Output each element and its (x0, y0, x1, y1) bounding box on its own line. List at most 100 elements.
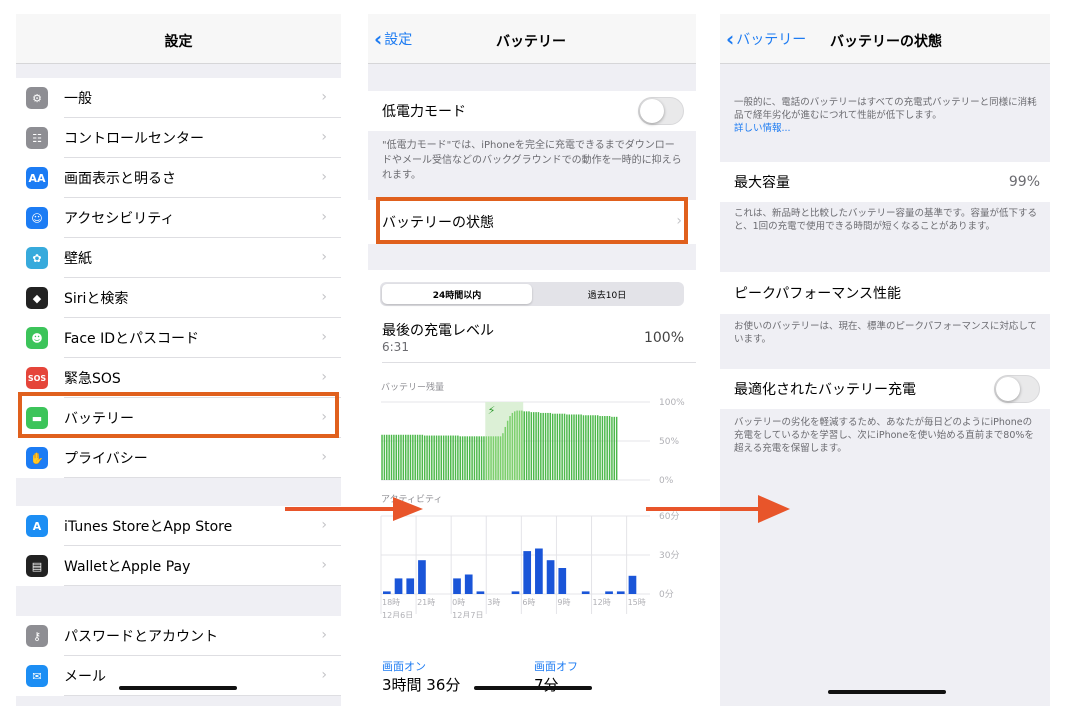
back-label: 設定 (384, 32, 413, 48)
level-bar (537, 412, 540, 480)
level-tick-label: 0% (659, 476, 674, 486)
activity-bar (535, 548, 543, 594)
level-bar (433, 435, 435, 480)
chevron-right-icon: › (321, 627, 327, 643)
level-bar (499, 436, 502, 480)
settings-row-accessibility[interactable]: ☺ アクセシビリティ › (16, 198, 341, 238)
chevron-right-icon: › (321, 329, 327, 345)
mail-icon: ✉ (26, 665, 48, 687)
level-bar (509, 416, 511, 480)
settings-row-label: Face IDとパスコード (64, 331, 200, 347)
activity-x-label: 18時 (382, 598, 400, 607)
home-indicator[interactable] (474, 686, 592, 690)
level-bar (549, 412, 552, 480)
settings-row-hand[interactable]: ✋ プライバシー › (16, 438, 341, 478)
learn-more-link[interactable]: 詳しい情報... (734, 123, 791, 134)
low-power-label: 低電力モード (382, 104, 466, 120)
level-bar (516, 410, 518, 480)
level-bar (535, 412, 537, 480)
max-capacity-label: 最大容量 (734, 175, 790, 191)
optimized-charging-toggle[interactable] (994, 375, 1040, 403)
settings-screen: 設定 ⚙ 一般 › ☷ コントロールセンター › AA 画面表示と明るさ › ☺ アクセシビリティ ›… (16, 14, 341, 706)
activity-bar (418, 560, 426, 594)
date-label: 12月6日 (382, 611, 413, 618)
activity-x-label: 21時 (417, 598, 435, 607)
max-capacity-value: 99% (1008, 174, 1040, 190)
level-bar (601, 416, 604, 480)
level-bar (438, 435, 440, 480)
back-button[interactable]: ‹ 設定 (374, 29, 412, 49)
level-tick-label: 50% (659, 437, 679, 447)
low-power-description: "低電力モード"では、iPhoneを完全に充電できるまでダウンロードやメール受信… (382, 140, 682, 181)
flower-icon: ✿ (26, 247, 48, 269)
back-button[interactable]: ‹ バッテリー (726, 29, 806, 49)
home-indicator[interactable] (828, 690, 946, 694)
arrow-right-icon (646, 495, 790, 523)
settings-row-text-size[interactable]: AA 画面表示と明るさ › (16, 158, 341, 198)
level-bar (490, 436, 492, 480)
settings-row-wallet[interactable]: ▤ WalletとApple Pay › (16, 546, 341, 586)
level-bar (383, 434, 386, 480)
level-bar (502, 433, 504, 480)
peak-performance-row: ピークパフォーマンス性能 (720, 272, 1050, 314)
segmented-control: 24時間以内 過去10日 (380, 282, 684, 306)
tab-24h[interactable]: 24時間以内 (382, 284, 532, 304)
level-bar (523, 411, 525, 480)
home-indicator[interactable] (119, 686, 237, 690)
level-bar (544, 412, 547, 480)
settings-row-label: メール (64, 669, 106, 685)
wallet-icon: ▤ (26, 555, 48, 577)
chevron-right-icon: › (321, 289, 327, 305)
settings-row-key[interactable]: ⚷ パスワードとアカウント › (16, 616, 341, 656)
activity-bar (523, 551, 532, 594)
level-bar (559, 413, 561, 480)
activity-x-label: 12時 (593, 598, 611, 607)
settings-row-flower[interactable]: ✿ 壁紙 › (16, 238, 341, 278)
level-bar (504, 426, 507, 480)
low-power-toggle[interactable] (638, 97, 684, 125)
activity-tick-label: 0分 (659, 589, 674, 600)
level-bar (402, 434, 405, 480)
chevron-right-icon: › (321, 89, 327, 105)
settings-row-siri[interactable]: ◆ Siriと検索 › (16, 278, 341, 318)
divider (64, 585, 341, 586)
settings-row-toggles[interactable]: ☷ コントロールセンター › (16, 118, 341, 158)
level-bar (426, 435, 428, 480)
level-bar (412, 434, 414, 480)
level-bar (428, 435, 431, 480)
settings-row-gear[interactable]: ⚙ 一般 › (16, 78, 341, 118)
activity-bar (605, 591, 613, 594)
level-bar (611, 416, 613, 480)
level-bar (615, 416, 618, 480)
settings-row-mail[interactable]: ✉ メール › (16, 656, 341, 696)
settings-row-label: 壁紙 (64, 251, 92, 267)
health-title: バッテリーの状態 (830, 34, 942, 50)
arrow-right-icon (285, 497, 423, 521)
level-bar (400, 434, 402, 480)
optimized-charging-row: 最適化されたバッテリー充電 (720, 369, 1050, 409)
level-bar (556, 413, 559, 480)
screen-off-label: 画面オフ (534, 660, 578, 673)
usage-panel: 24時間以内 過去10日 最後の充電レベル 6:31 100% バッテリー残量 1… (368, 270, 696, 706)
settings-row-face-id[interactable]: ☻ Face IDとパスコード › (16, 318, 341, 358)
level-chart-title: バッテリー残量 (381, 381, 444, 393)
level-bar (386, 434, 388, 480)
level-bar (447, 435, 450, 480)
chevron-right-icon: › (321, 169, 327, 185)
tab-10d[interactable]: 過去10日 (532, 284, 682, 304)
battery-screen: ‹ 設定 バッテリー 低電力モード "低電力モード"では、iPhoneを完全に充電… (368, 14, 696, 706)
optimized-description: バッテリーの劣化を軽減するため、あなたが毎日どのようにiPhoneの充電をしてい… (734, 417, 1034, 454)
activity-x-label: 9時 (557, 598, 570, 607)
face-id-icon: ☻ (26, 327, 48, 349)
level-bar (561, 413, 563, 480)
settings-title: 設定 (164, 34, 193, 50)
level-bar (580, 414, 582, 480)
chevron-right-icon: › (321, 667, 327, 683)
charging-bolt-icon: ⚡ (488, 404, 496, 417)
level-bar (440, 435, 443, 480)
accessibility-icon: ☺ (26, 207, 48, 229)
level-bar (497, 436, 499, 480)
capacity-description: これは、新品時と比較したバッテリー容量の基準です。容量が低下すると、1回の充電で… (734, 208, 1038, 232)
level-bar (554, 413, 556, 480)
level-bar (587, 415, 589, 480)
